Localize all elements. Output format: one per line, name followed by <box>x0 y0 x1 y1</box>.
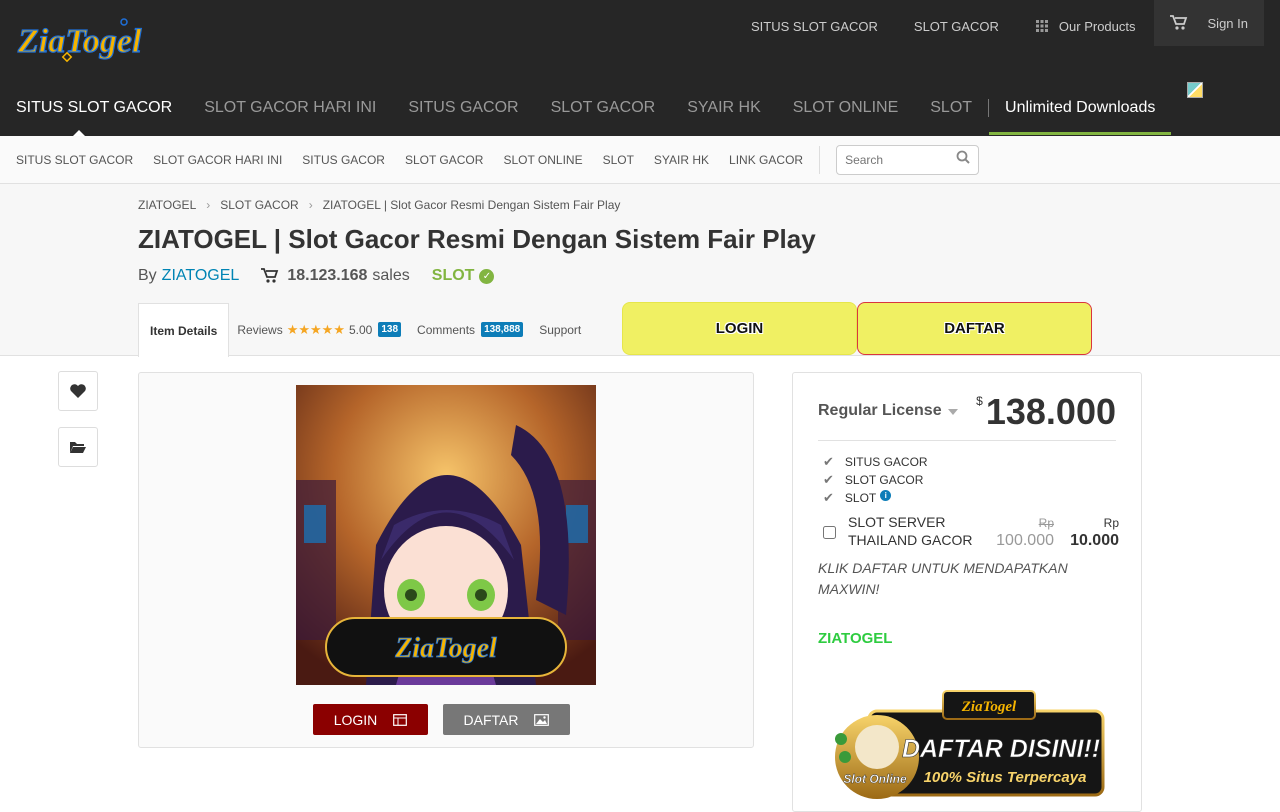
banner-logo: ZiaTogel <box>961 699 1017 715</box>
info-icon[interactable]: i <box>880 489 892 501</box>
banner-tagline: 100% Situs Terpercaya <box>924 769 1087 786</box>
feature-item: ✔ SLOT i <box>823 489 928 507</box>
collection-button[interactable] <box>58 427 98 467</box>
broken-image-icon <box>1187 82 1204 98</box>
preview-logo-text: ZiaTogel <box>394 633 497 664</box>
reviews-count-badge: 138 <box>378 322 402 337</box>
sign-in-button[interactable]: Sign In <box>1153 0 1264 46</box>
site-logo[interactable]: ZiaTogel <box>16 16 184 64</box>
our-products-menu[interactable]: Our Products <box>1017 0 1154 52</box>
item-tabs: Item Details Reviews ★★★★★ 5.00 138 Comm… <box>138 303 589 357</box>
tab-comments[interactable]: Comments 138,888 <box>409 303 531 356</box>
upsell-new-price: Rp 10.000 <box>1070 516 1119 549</box>
subnav-item-link-gacor[interactable]: LINK GACOR <box>719 153 813 167</box>
check-circle-icon: ✓ <box>479 268 495 284</box>
subnav-divider <box>819 145 821 174</box>
check-icon: ✔ <box>823 490 834 505</box>
cart-icon <box>261 268 279 283</box>
search-box <box>836 144 980 175</box>
rating-value: 5.00 <box>349 322 373 337</box>
check-icon: ✔ <box>823 472 834 487</box>
folder-open-icon <box>70 442 86 453</box>
page-title: ZIATOGEL | Slot Gacor Resmi Dengan Siste… <box>138 224 816 254</box>
mainnav-item-slot[interactable]: SLOT <box>914 80 988 136</box>
subnav-item-slot[interactable]: SLOT <box>593 153 644 167</box>
upsell-label: SLOT SERVER THAILAND GACOR <box>848 514 973 548</box>
main-nav: SITUS SLOT GACOR SLOT GACOR HARI INI SIT… <box>0 80 1219 137</box>
subnav-item-slot-gacor[interactable]: SLOT GACOR <box>395 153 493 167</box>
caret-down-icon <box>947 409 958 415</box>
feature-item: ✔ SITUS GACOR <box>823 454 928 469</box>
logo-text: ZiaTogel <box>17 23 142 60</box>
item-header: ZIATOGEL › SLOT GACOR › ZIATOGEL | Slot … <box>0 184 1280 357</box>
image-icon <box>534 713 550 726</box>
tab-reviews[interactable]: Reviews ★★★★★ 5.00 138 <box>229 303 409 356</box>
license-price: $138.000 <box>976 391 1116 432</box>
check-icon: ✔ <box>823 454 834 469</box>
tab-item-details[interactable]: Item Details <box>138 303 230 357</box>
breadcrumb-home[interactable]: ZIATOGEL <box>138 198 196 212</box>
license-selector[interactable]: Regular License <box>818 402 958 420</box>
banner-badge: Slot Online <box>843 772 907 786</box>
preview-register-button[interactable]: DAFTAR <box>443 704 570 735</box>
license-features: ✔ SITUS GACOR ✔ SLOT GACOR ✔ SLOT i <box>823 453 928 507</box>
preview-image[interactable]: ZiaTogel <box>296 385 596 685</box>
subnav-item-slot-gacor-hari-ini[interactable]: SLOT GACOR HARI INI <box>143 153 292 167</box>
by-label: By <box>138 267 157 284</box>
register-banner[interactable]: ZiaTogel DAFTAR DISINI!! 100% Situs Terp… <box>833 687 1105 801</box>
star-rating: ★★★★★ <box>286 321 345 337</box>
sales-count: 18.123.168 sales <box>261 267 410 285</box>
brand-link[interactable]: ZIATOGEL <box>818 630 892 647</box>
license-header: Regular License $138.000 <box>818 391 1116 441</box>
header: ZiaTogel SITUS SLOT GACOR SLOT GACOR Our… <box>0 0 1280 137</box>
promo-text: KLIK DAFTAR UNTUK MENDAPATKAN MAXWIN! <box>818 560 1068 597</box>
breadcrumb-category[interactable]: SLOT GACOR <box>220 198 298 212</box>
upsell-old-price: Rp 100.000 <box>996 516 1054 549</box>
category-nav: SITUS SLOT GACOR SLOT GACOR HARI INI SIT… <box>0 136 1280 184</box>
breadcrumb: ZIATOGEL › SLOT GACOR › ZIATOGEL | Slot … <box>138 198 620 212</box>
item-meta: By ZIATOGEL 18.123.168 sales SLOT ✓ <box>138 267 495 285</box>
subnav-item-situs-slot-gacor[interactable]: SITUS SLOT GACOR <box>6 153 143 167</box>
unlimited-downloads-link[interactable]: Unlimited Downloads <box>989 80 1172 135</box>
mainnav-item-slot-online[interactable]: SLOT ONLINE <box>777 80 915 136</box>
search-input[interactable] <box>845 152 946 167</box>
item-preview: ZiaTogel LOGIN DAFTAR <box>138 372 754 748</box>
chevron-right-icon: › <box>308 198 313 212</box>
cart-icon[interactable] <box>1169 15 1188 31</box>
subnav-item-syair-hk[interactable]: SYAIR HK <box>644 153 719 167</box>
chevron-right-icon: › <box>206 198 211 212</box>
subnav-item-situs-gacor[interactable]: SITUS GACOR <box>292 153 395 167</box>
mainnav-item-slot-gacor[interactable]: SLOT GACOR <box>535 80 672 136</box>
topnav-situs-slot-gacor[interactable]: SITUS SLOT GACOR <box>733 0 896 52</box>
comments-count-badge: 138,888 <box>481 322 524 337</box>
mainnav-item-syair-hk[interactable]: SYAIR HK <box>671 80 777 136</box>
preview-login-button[interactable]: LOGIN <box>313 704 428 735</box>
heart-icon <box>70 384 86 398</box>
grid-icon <box>1035 19 1049 33</box>
topnav-slot-gacor[interactable]: SLOT GACOR <box>896 0 1017 52</box>
feature-item: ✔ SLOT GACOR <box>823 472 924 487</box>
extended-support-option: SLOT SERVER THAILAND GACOR Rp 100.000 Rp… <box>823 513 1119 553</box>
mainnav-item-situs-slot-gacor[interactable]: SITUS SLOT GACOR <box>0 80 188 137</box>
search-icon[interactable] <box>956 150 970 169</box>
top-nav: SITUS SLOT GACOR SLOT GACOR Our Products… <box>733 0 1264 52</box>
banner-headline: DAFTAR DISINI!! <box>902 735 1100 763</box>
purchase-panel: Regular License $138.000 ✔ SITUS GACOR ✔ S… <box>792 372 1142 812</box>
login-button[interactable]: LOGIN <box>622 302 857 355</box>
author-link[interactable]: ZIATOGEL <box>162 267 240 285</box>
favorite-button[interactable] <box>58 371 98 411</box>
mainnav-item-situs-gacor[interactable]: SITUS GACOR <box>392 80 534 136</box>
layout-icon <box>393 713 408 726</box>
breadcrumb-current: ZIATOGEL | Slot Gacor Resmi Dengan Siste… <box>322 198 621 212</box>
mainnav-item-slot-gacor-hari-ini[interactable]: SLOT GACOR HARI INI <box>188 80 392 136</box>
category-badge[interactable]: SLOT ✓ <box>432 267 495 285</box>
upsell-checkbox[interactable] <box>823 526 836 539</box>
tab-support[interactable]: Support <box>531 303 589 356</box>
subnav-item-slot-online[interactable]: SLOT ONLINE <box>493 153 592 167</box>
register-button[interactable]: DAFTAR <box>857 302 1092 355</box>
